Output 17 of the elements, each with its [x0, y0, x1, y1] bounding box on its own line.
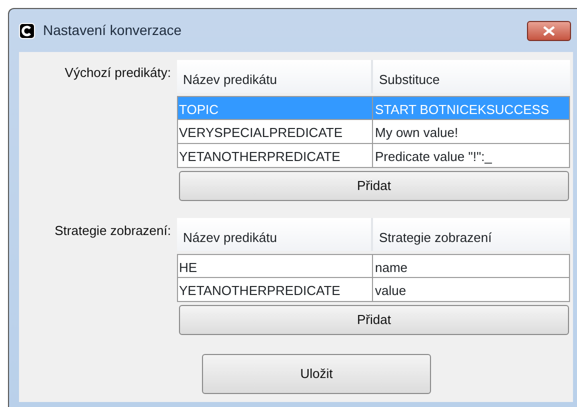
column-header[interactable]: Název predikátu [177, 218, 373, 251]
table-row[interactable]: YETANOTHERPREDICATE value [177, 278, 570, 302]
window-title: Nastavení konverzace [43, 21, 183, 40]
add-button[interactable]: Přidat [179, 171, 569, 201]
table-row[interactable]: YETANOTHERPREDICATE Predicate value "!":_ [177, 144, 570, 168]
close-button[interactable] [527, 20, 571, 40]
column-header[interactable]: Název predikátu [177, 60, 373, 93]
close-icon [543, 26, 555, 36]
column-header[interactable]: Substituce [373, 60, 570, 93]
section-label: Výchozí predikáty: [64, 64, 172, 82]
save-button[interactable]: Uložit [202, 354, 431, 394]
table-row[interactable]: VERYSPECIALPREDICATE My own value! [177, 120, 570, 144]
column-header[interactable]: Strategie zobrazení [373, 218, 570, 251]
table-row[interactable]: HE name [177, 254, 570, 278]
section-label: Strategie zobrazení: [54, 222, 172, 240]
add-button[interactable]: Přidat [179, 305, 569, 335]
app-icon [19, 22, 35, 38]
